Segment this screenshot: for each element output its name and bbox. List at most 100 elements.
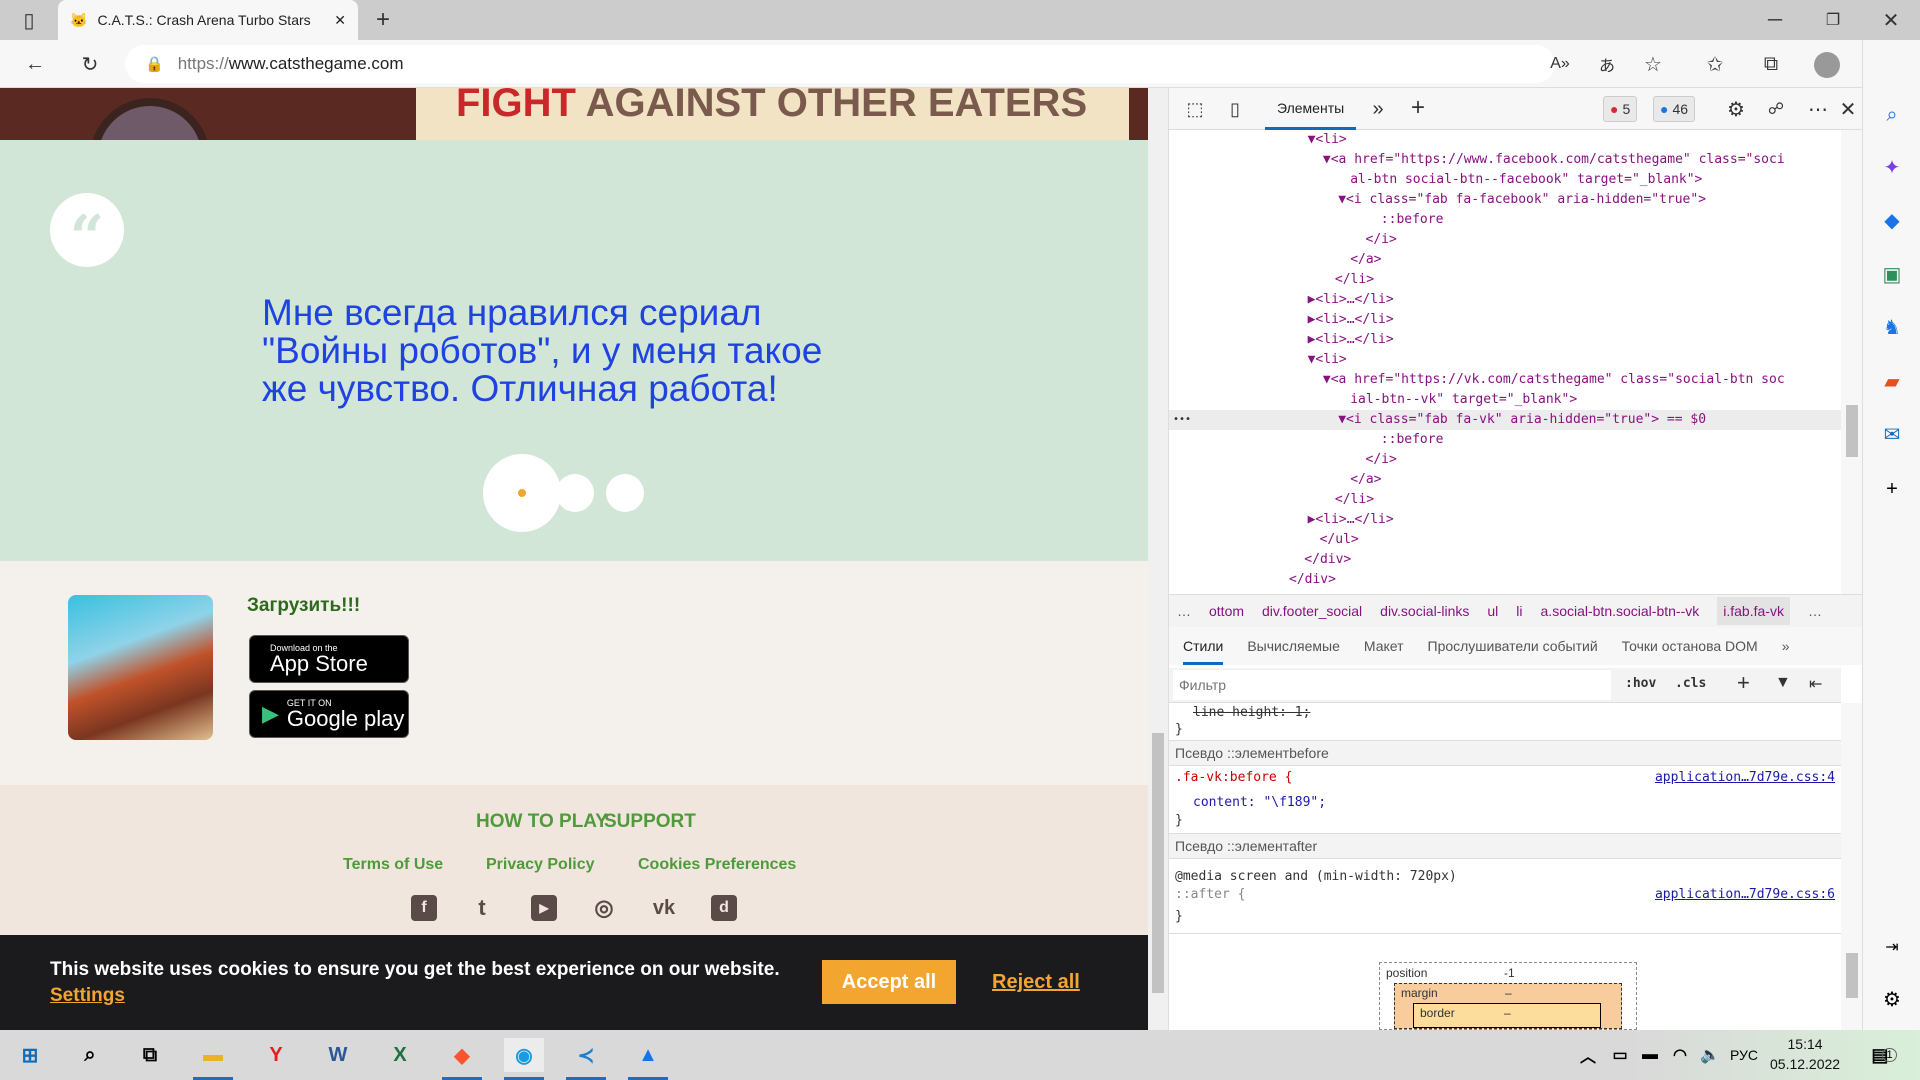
breadcrumb-item[interactable]: a.social-btn.social-btn--vk <box>1541 603 1700 619</box>
tab-elements[interactable]: Элементы <box>1265 88 1357 130</box>
dom-node-line[interactable]: ::before <box>1169 210 1841 230</box>
facebook-icon[interactable]: f <box>411 895 437 921</box>
shopping-tag-icon[interactable]: ◆ <box>1877 206 1907 236</box>
tab-layout[interactable]: Макет <box>1364 638 1404 654</box>
dom-node-line[interactable]: al-btn social-btn--facebook" target="_bl… <box>1169 170 1841 190</box>
feedback-icon[interactable]: ☍ <box>1763 96 1789 122</box>
reject-all-link[interactable]: Reject all <box>992 971 1080 994</box>
clock[interactable]: 15:14 05.12.2022 <box>1770 1034 1840 1074</box>
carousel-dot[interactable] <box>556 474 594 512</box>
discord-icon[interactable]: d <box>711 895 737 921</box>
youtube-icon[interactable]: ▶ <box>531 895 557 921</box>
brave-icon[interactable]: ◆ <box>442 1038 482 1080</box>
accept-all-button[interactable]: Accept all <box>822 960 956 1004</box>
dom-node-line[interactable]: ▶<li>…</li> <box>1169 290 1841 310</box>
url-text[interactable]: https://www.catsthegame.com <box>178 54 404 74</box>
messages-badge[interactable]: ● 46 <box>1653 96 1696 122</box>
breadcrumb-item[interactable]: ottom <box>1209 603 1244 619</box>
notifications-icon[interactable]: ▤ 1 <box>1864 1038 1904 1072</box>
dom-node-line[interactable]: ▶<li>…</li> <box>1169 510 1841 530</box>
close-devtools-icon[interactable]: ✕ <box>1835 96 1861 122</box>
breadcrumb-item[interactable]: ul <box>1487 603 1498 619</box>
minimize-icon[interactable]: ─ <box>1760 6 1790 34</box>
tab-dom-breakpoints[interactable]: Точки останова DOM <box>1622 638 1758 654</box>
refresh-icon[interactable]: ↻ <box>75 50 105 78</box>
edge-icon[interactable]: ◉ <box>504 1038 544 1080</box>
favorites-icon[interactable]: ✩ <box>1700 50 1730 78</box>
dom-node-line[interactable]: </i> <box>1169 450 1841 470</box>
breadcrumb-item[interactable]: … <box>1177 603 1191 619</box>
box-border-value[interactable]: – <box>1504 1006 1511 1020</box>
after-selector[interactable]: ::after { <box>1175 887 1245 902</box>
tab-actions-icon[interactable]: ▯ <box>14 8 44 32</box>
search-icon[interactable]: ⌕ <box>1877 100 1907 130</box>
more-options-icon[interactable]: ⋯ <box>1805 96 1831 122</box>
tab-styles[interactable]: Стили <box>1183 628 1224 665</box>
dom-node-line[interactable]: ial-btn--vk" target="_blank"> <box>1169 390 1841 410</box>
cls-toggle[interactable]: .cls <box>1675 676 1706 691</box>
word-icon[interactable]: W <box>318 1038 358 1072</box>
styles-scrollbar[interactable] <box>1841 703 1863 1030</box>
collections-icon[interactable]: ⧉ <box>1756 50 1786 78</box>
after-source-link[interactable]: application…7d79e.css:6 <box>1655 887 1835 902</box>
styles-scroll-thumb[interactable] <box>1846 953 1858 998</box>
footer-link-privacy[interactable]: Privacy Policy <box>486 856 595 874</box>
volume-icon[interactable]: 🔈 <box>1690 1038 1730 1072</box>
breadcrumb-item[interactable]: li <box>1516 603 1522 619</box>
dom-scroll-thumb[interactable] <box>1846 405 1858 457</box>
box-position-value[interactable]: -1 <box>1504 966 1515 980</box>
app-store-button[interactable]: Download on the App Store <box>249 635 409 683</box>
box-margin-value[interactable]: – <box>1505 986 1512 1000</box>
toggle-sidebar-icon[interactable]: ⇤ <box>1809 674 1822 694</box>
photos-icon[interactable]: ▲ <box>628 1038 668 1080</box>
close-tab-icon[interactable]: ✕ <box>334 12 346 29</box>
outlook-icon[interactable]: ✉ <box>1877 420 1907 450</box>
before-content-declaration[interactable]: content: "\f189"; <box>1193 795 1326 810</box>
dom-tree-scrollbar[interactable] <box>1841 130 1863 594</box>
page-scrollbar-thumb[interactable] <box>1152 733 1164 993</box>
vscode-icon[interactable]: ≺ <box>566 1038 606 1080</box>
dom-node-line[interactable]: ▼<li> <box>1169 350 1841 370</box>
before-source-link[interactable]: application…7d79e.css:4 <box>1655 770 1835 785</box>
tools-icon[interactable]: ▣ <box>1877 260 1907 290</box>
profile-avatar[interactable] <box>1814 52 1840 78</box>
maximize-icon[interactable]: ❐ <box>1818 6 1848 34</box>
dom-node-line[interactable]: </li> <box>1169 490 1841 510</box>
hov-toggle[interactable]: :hov <box>1625 676 1656 691</box>
tab-computed[interactable]: Вычисляемые <box>1247 638 1340 654</box>
close-window-icon[interactable]: ✕ <box>1876 6 1906 34</box>
more-subtabs-icon[interactable]: » <box>1782 638 1790 654</box>
excel-icon[interactable]: X <box>380 1038 420 1072</box>
add-favorite-icon[interactable]: ☆ <box>1638 50 1668 78</box>
dom-node-line[interactable]: ▼<li> <box>1169 130 1841 150</box>
errors-badge[interactable]: ● 5 <box>1603 96 1638 122</box>
footer-link-cookies[interactable]: Cookies Preferences <box>638 856 796 874</box>
carousel-dot-active[interactable] <box>483 454 561 532</box>
twitter-icon[interactable]: t <box>469 895 495 921</box>
instagram-icon[interactable]: ◎ <box>591 895 617 921</box>
task-view-icon[interactable]: ⧉ <box>130 1038 170 1072</box>
dom-node-line[interactable]: </a> <box>1169 250 1841 270</box>
sidebar-settings-icon[interactable]: ⚙ <box>1877 985 1907 1015</box>
new-style-rule-icon[interactable]: + <box>1737 670 1750 696</box>
add-sidebar-app-icon[interactable]: + <box>1877 474 1907 504</box>
more-tabs-icon[interactable]: » <box>1365 96 1391 122</box>
carousel-dot[interactable] <box>606 474 644 512</box>
new-tab-icon[interactable]: + <box>368 6 398 34</box>
dom-node-line[interactable]: ▶<li>…</li> <box>1169 310 1841 330</box>
breadcrumb-item[interactable]: div.social-links <box>1380 603 1469 619</box>
footer-link-how-to-play[interactable]: HOW TO PLAY <box>476 811 608 833</box>
address-bar[interactable]: 🔒 https://www.catsthegame.com <box>125 45 1555 83</box>
breadcrumb-item[interactable]: div.footer_social <box>1262 603 1362 619</box>
games-icon[interactable]: ♞ <box>1877 313 1907 343</box>
copilot-sparkle-icon[interactable]: ✦ <box>1877 153 1907 183</box>
dom-node-line[interactable]: </a> <box>1169 470 1841 490</box>
office-icon[interactable]: ▰ <box>1877 367 1907 397</box>
footer-link-support[interactable]: SUPPORT <box>604 811 696 833</box>
inspect-element-icon[interactable]: ⬚ <box>1181 96 1209 122</box>
cookie-settings-link[interactable]: Settings <box>50 985 125 1007</box>
yandex-browser-icon[interactable]: Y <box>256 1038 296 1072</box>
dom-node-line[interactable]: ::before <box>1169 430 1841 450</box>
before-selector[interactable]: .fa-vk:before { <box>1175 770 1292 785</box>
read-aloud-icon[interactable]: A» <box>1545 50 1575 78</box>
